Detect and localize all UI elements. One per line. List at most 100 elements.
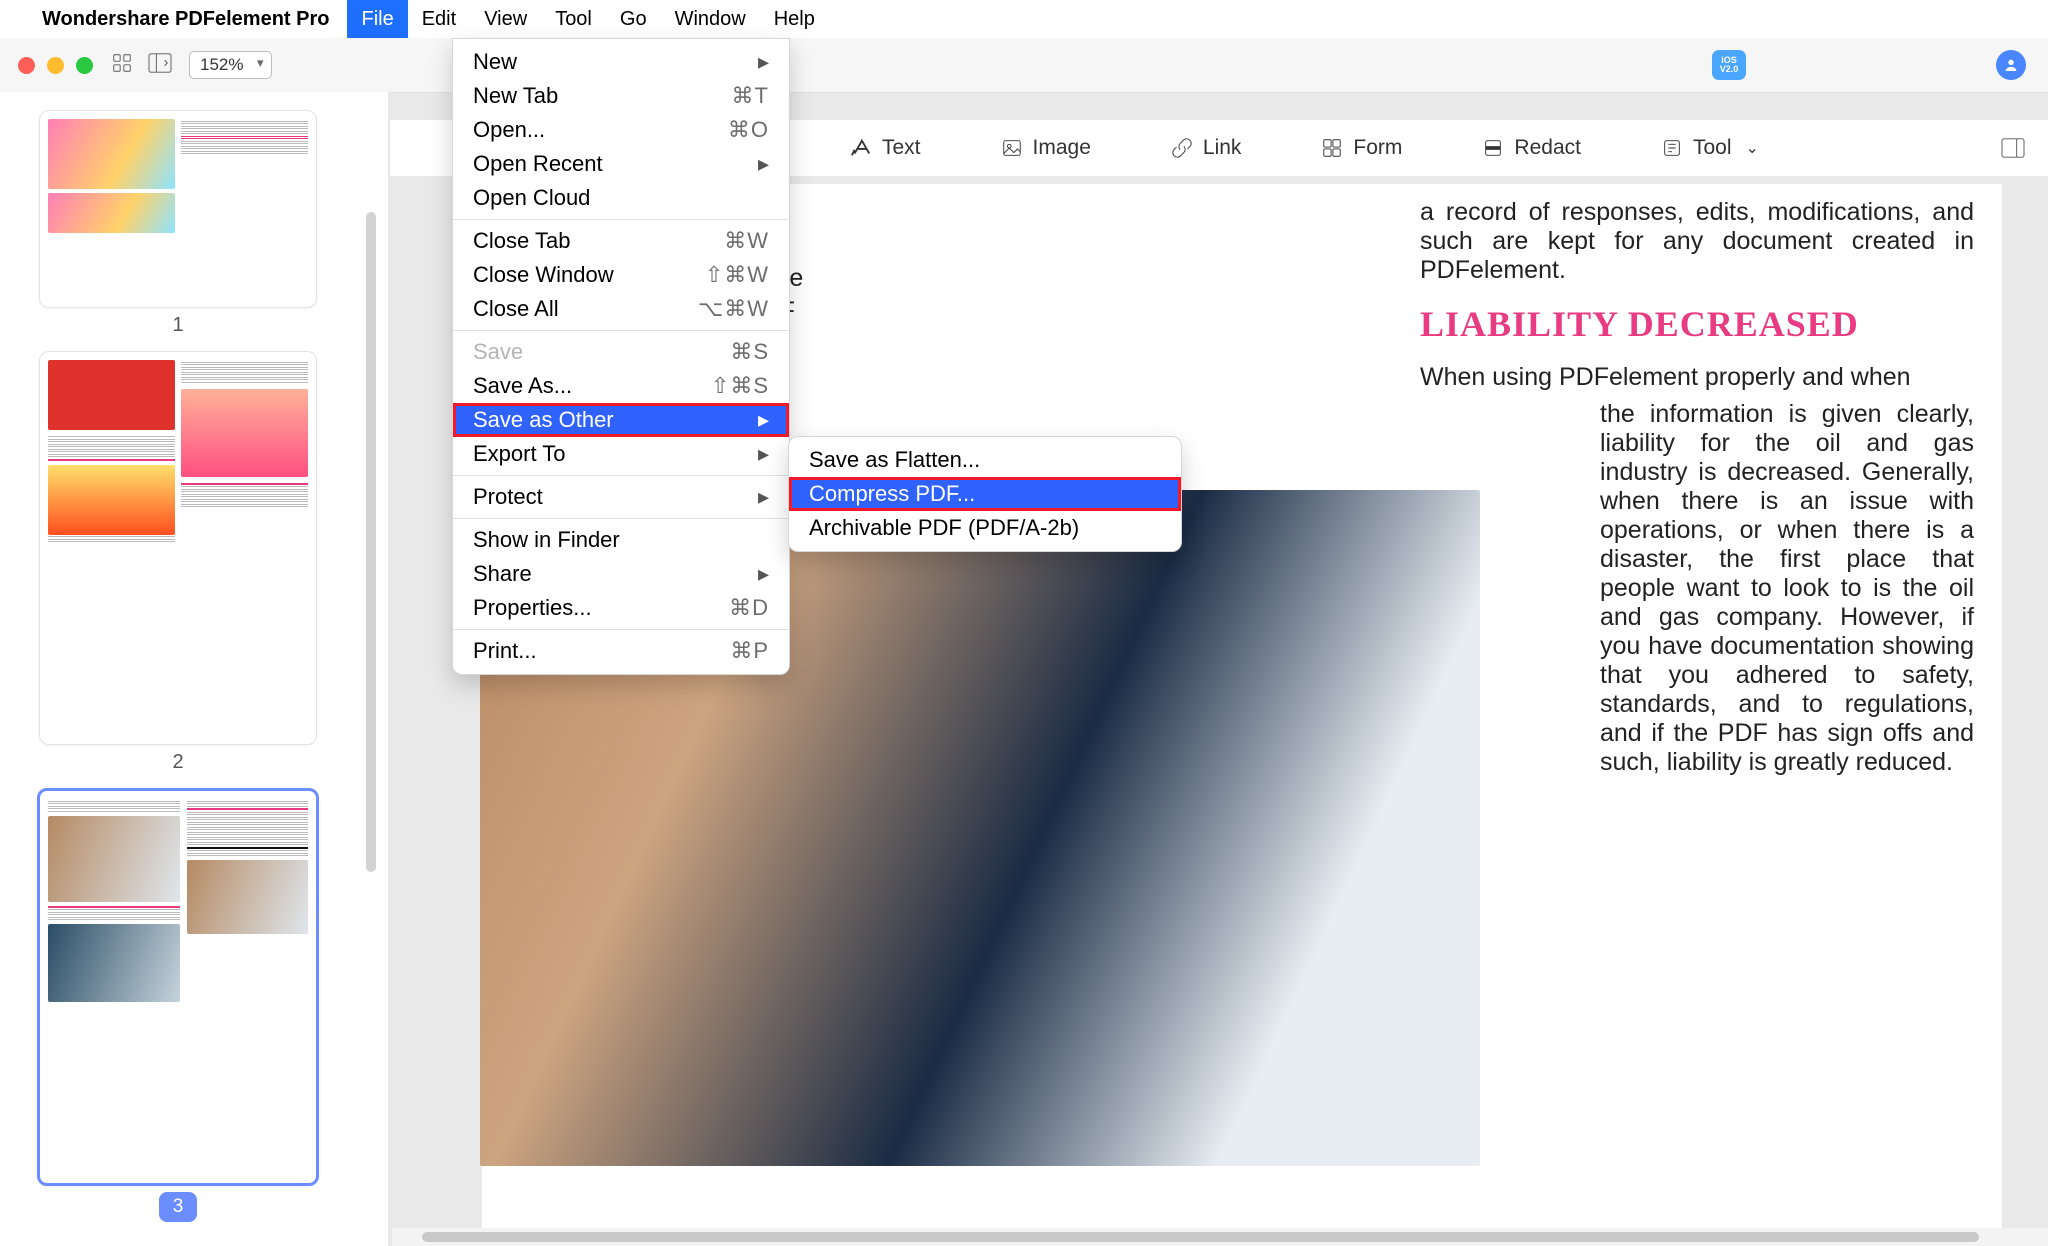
file-menu-open-recent[interactable]: Open Recent <box>453 147 789 181</box>
file-menu-new-tab[interactable]: New Tab ⌘T <box>453 79 789 113</box>
file-menu-open[interactable]: Open... ⌘O <box>453 113 789 147</box>
menu-separator <box>453 629 789 630</box>
file-menu-close-window[interactable]: Close Window⇧⌘W <box>453 258 789 292</box>
menu-item-label: Compress PDF... <box>809 481 975 507</box>
menu-item-shortcut: ⌥⌘W <box>698 296 769 322</box>
menu-separator <box>453 330 789 331</box>
window-minimize[interactable] <box>47 57 64 74</box>
menu-separator <box>453 219 789 220</box>
tool-form-label: Form <box>1353 136 1402 160</box>
text-paragraph: When using PDFelement properly and when <box>1420 363 1974 392</box>
horizontal-scrollbar-thumb[interactable] <box>422 1232 1979 1242</box>
file-menu-new[interactable]: New <box>453 45 789 79</box>
menu-item-label: Save As... <box>473 373 572 399</box>
file-menu-save-as-other[interactable]: Save as Other <box>453 403 789 437</box>
sidebar-scrollbar[interactable] <box>366 212 376 872</box>
menu-item-shortcut: ⌘O <box>728 117 769 143</box>
menu-help[interactable]: Help <box>760 0 829 38</box>
menu-item-label: Show in Finder <box>473 527 620 553</box>
file-menu-open-cloud[interactable]: Open Cloud <box>453 181 789 215</box>
menubar: Wondershare PDFelement Pro File Edit Vie… <box>0 0 2048 39</box>
window-close[interactable] <box>18 57 35 74</box>
panel-toggle-icon[interactable] <box>2000 137 2026 159</box>
page-column-right: a record of responses, edits, modificati… <box>1420 198 1974 1228</box>
menu-item-shortcut: ⌘P <box>730 638 769 664</box>
text-paragraph: a record of responses, edits, modificati… <box>1420 198 1974 285</box>
menu-item-shortcut: ⇧⌘W <box>705 262 769 288</box>
submenu-save-as-flatten[interactable]: Save as Flatten... <box>789 443 1181 477</box>
app-name[interactable]: Wondershare PDFelement Pro <box>42 8 329 31</box>
file-menu-print[interactable]: Print... ⌘P <box>453 634 789 668</box>
tool-text[interactable]: Text <box>850 136 921 160</box>
menu-item-label: Share <box>473 561 532 587</box>
menu-item-shortcut: ⌘T <box>732 83 769 109</box>
file-menu-save: Save ⌘S <box>453 335 789 369</box>
view-grid-icon[interactable] <box>111 52 133 79</box>
thumbnail-page-1[interactable] <box>39 110 317 308</box>
menu-item-label: Export To <box>473 441 566 467</box>
menu-tool[interactable]: Tool <box>541 0 606 38</box>
menu-file[interactable]: File <box>347 0 407 38</box>
menu-item-label: New Tab <box>473 83 558 109</box>
menu-item-label: Save as Flatten... <box>809 447 980 473</box>
menu-item-label: Save <box>473 339 523 365</box>
menu-view[interactable]: View <box>470 0 541 38</box>
menu-go[interactable]: Go <box>606 0 661 38</box>
user-avatar[interactable] <box>1996 50 2026 80</box>
menu-item-label: Open... <box>473 117 545 143</box>
tool-form[interactable]: Form <box>1321 136 1402 160</box>
ios-badge[interactable]: iOS V2.0 <box>1712 50 1746 80</box>
thumbnail-label-2: 2 <box>0 751 356 774</box>
submenu-archivable-pdf-pdf-a-2b[interactable]: Archivable PDF (PDF/A-2b) <box>789 511 1181 545</box>
menu-separator <box>453 475 789 476</box>
menu-separator <box>453 518 789 519</box>
tool-link-label: Link <box>1203 136 1242 160</box>
menu-item-shortcut: ⌘D <box>729 595 769 621</box>
menu-item-shortcut: ⌘S <box>730 339 769 365</box>
file-menu-export-to[interactable]: Export To <box>453 437 789 471</box>
menu-item-label: Archivable PDF (PDF/A-2b) <box>809 515 1079 541</box>
text-paragraph: the information is given clearly, liabil… <box>1420 400 1974 777</box>
menu-edit[interactable]: Edit <box>408 0 470 38</box>
tool-text-label: Text <box>882 136 921 160</box>
view-sidebar-icon[interactable] <box>147 52 173 79</box>
menu-item-label: Close All <box>473 296 559 322</box>
thumbnail-label-3: 3 <box>0 1192 356 1222</box>
current-page-badge: 3 <box>159 1192 198 1222</box>
menu-item-shortcut: ⌘W <box>724 228 769 254</box>
thumbnail-page-3[interactable] <box>37 788 319 1186</box>
tool-more[interactable]: Tool <box>1661 136 1759 160</box>
menu-item-label: Open Cloud <box>473 185 590 211</box>
file-menu-close-tab[interactable]: Close Tab ⌘W <box>453 224 789 258</box>
horizontal-scrollbar-track[interactable] <box>392 1228 2048 1246</box>
thumbnail-page-2[interactable] <box>39 351 317 745</box>
menu-item-label: New <box>473 49 517 75</box>
tool-more-label: Tool <box>1693 136 1732 160</box>
window-titlebar: 152% + iOS V2.0 <box>0 38 2048 93</box>
menu-item-label: Open Recent <box>473 151 603 177</box>
tool-redact[interactable]: Redact <box>1482 136 1581 160</box>
file-menu-close-all[interactable]: Close All ⌥⌘W <box>453 292 789 326</box>
menu-item-label: Protect <box>473 484 543 510</box>
tool-image-label: Image <box>1033 136 1091 160</box>
file-menu-show-in-finder[interactable]: Show in Finder <box>453 523 789 557</box>
submenu-compress-pdf[interactable]: Compress PDF... <box>789 477 1181 511</box>
file-menu-dropdown: New New Tab ⌘T Open... ⌘O Open Recent Open Clo… <box>452 38 790 675</box>
file-menu-protect[interactable]: Protect <box>453 480 789 514</box>
section-heading: LIABILITY DECREASED <box>1420 303 1974 345</box>
file-menu-share[interactable]: Share <box>453 557 789 591</box>
zoom-selector[interactable]: 152% <box>189 51 272 79</box>
ios-badge-version: V2.0 <box>1720 65 1739 74</box>
menu-window[interactable]: Window <box>661 0 760 38</box>
menu-item-label: Print... <box>473 638 537 664</box>
tool-redact-label: Redact <box>1514 136 1581 160</box>
window-fullscreen[interactable] <box>76 57 93 74</box>
tool-link[interactable]: Link <box>1171 136 1242 160</box>
file-menu-properties[interactable]: Properties... ⌘D <box>453 591 789 625</box>
menu-item-label: Save as Other <box>473 407 614 433</box>
menu-item-label: Properties... <box>473 595 592 621</box>
tool-image[interactable]: Image <box>1001 136 1091 160</box>
thumbnail-label-1: 1 <box>0 314 356 337</box>
menu-item-label: Close Tab <box>473 228 570 254</box>
file-menu-save-as[interactable]: Save As...⇧⌘S <box>453 369 789 403</box>
